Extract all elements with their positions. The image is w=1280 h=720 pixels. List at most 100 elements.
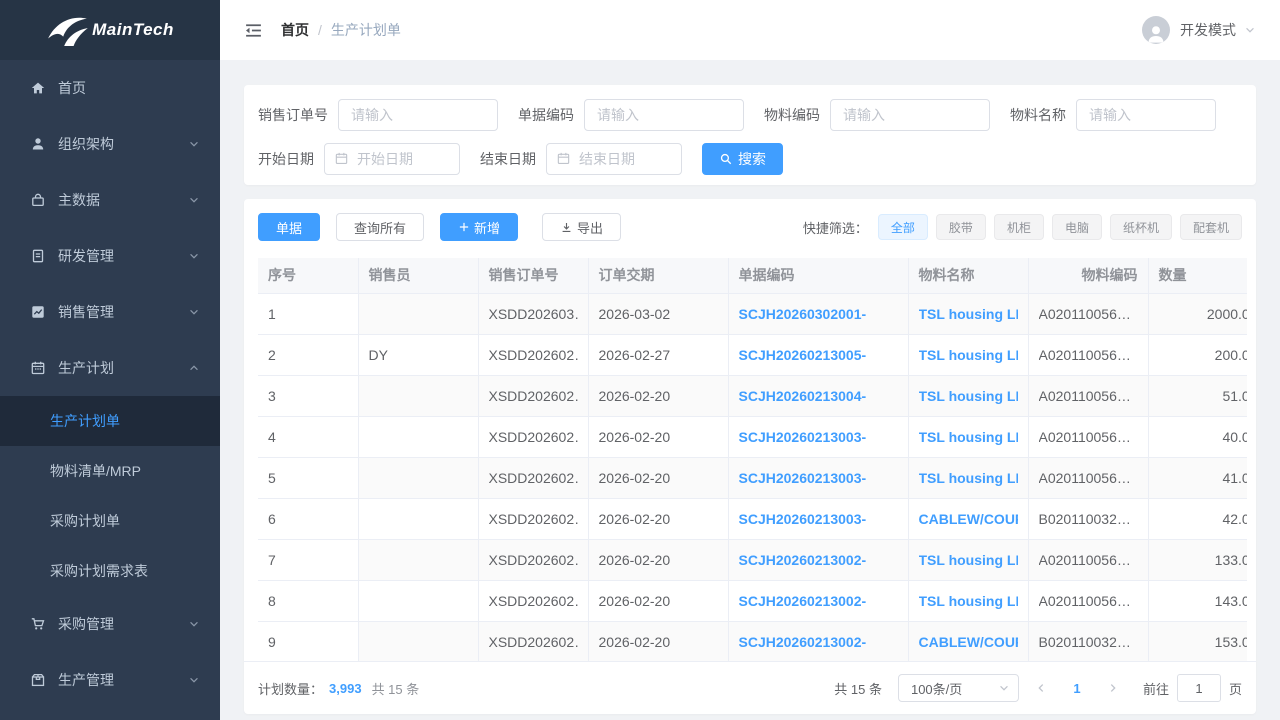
doc-code-link[interactable]: SCJH20260213003- [739, 429, 867, 445]
table-row[interactable]: 4 XSDD202602… 2026-02-20 SCJH20260213003… [258, 416, 1247, 457]
prev-page-button[interactable] [1027, 674, 1055, 702]
goto-page-input[interactable] [1177, 674, 1221, 702]
sidebar-item-org[interactable]: 组织架构 [0, 116, 220, 172]
sidebar-item-home[interactable]: 首页 [0, 60, 220, 116]
material-name-link[interactable]: TSL housing LH [919, 593, 1018, 609]
material-name-link[interactable]: CABLEW/COUPLER 6 HE [919, 634, 1018, 650]
cell-material-code: A020110056… [1039, 552, 1131, 568]
brand-name: MainTech [92, 20, 174, 40]
material-name-link[interactable]: TSL housing LH [919, 388, 1018, 404]
cell-qty: 133.00 [1215, 552, 1247, 568]
cell-delivery-date: 2026-02-27 [599, 347, 671, 363]
quick-filter-pill[interactable]: 配套机 [1180, 214, 1242, 240]
quick-filter-pill[interactable]: 机柜 [994, 214, 1044, 240]
filter-label-material-code: 物料编码 [764, 105, 820, 125]
sidebar-submenu: 生产计划单 物料清单/MRP 采购计划单 采购计划需求表 [0, 396, 220, 596]
cell-salesperson: DY [369, 347, 388, 363]
doc-code-input[interactable] [584, 99, 744, 131]
sidebar-item-purchasing[interactable]: 采购管理 [0, 596, 220, 652]
doc-code-link[interactable]: SCJH20260213005- [739, 347, 867, 363]
breadcrumb-separator: / [318, 22, 322, 38]
sidebar-subitem[interactable]: 采购计划需求表 [0, 546, 220, 596]
sidebar-subitem[interactable]: 生产计划单 [0, 396, 220, 446]
material-name-link[interactable]: CABLEW/COUPLER 6 HE [919, 511, 1018, 527]
cell-qty: 51.00 [1222, 388, 1247, 404]
filter-panel: 销售订单号 单据编码 物料编码 物料名称 开始日期 [244, 85, 1256, 185]
sidebar-item-manufacturing[interactable]: 生产管理 [0, 652, 220, 708]
search-button[interactable]: 搜索 [702, 143, 783, 175]
calendar-icon [556, 151, 571, 166]
add-button[interactable]: 新增 [440, 213, 518, 241]
table-row[interactable]: 8 XSDD202602… 2026-02-20 SCJH20260213002… [258, 580, 1247, 621]
material-name-link[interactable]: TSL housing LH [919, 429, 1018, 445]
material-name-link[interactable]: TSL housing LH [919, 552, 1018, 568]
collapse-sidebar-icon[interactable] [244, 21, 263, 40]
search-button-label: 搜索 [738, 149, 766, 169]
sidebar-item-sales[interactable]: 销售管理 [0, 284, 220, 340]
material-code-input[interactable] [830, 99, 990, 131]
person-icon [1145, 22, 1167, 44]
sidebar-item-label: 首页 [58, 78, 200, 98]
doc-code-link[interactable]: SCJH20260213002- [739, 552, 867, 568]
search-icon [719, 152, 733, 166]
sidebar-item-label: 销售管理 [58, 302, 188, 322]
material-name-link[interactable]: TSL housing LH [919, 306, 1018, 322]
chevron-down-icon [188, 674, 200, 686]
plan-qty-value: 3,993 [329, 681, 362, 696]
table-row[interactable]: 2 DY XSDD202602… 2026-02-27 SCJH20260213… [258, 334, 1247, 375]
sales-order-input[interactable] [338, 99, 498, 131]
sidebar-item-master-data[interactable]: 主数据 [0, 172, 220, 228]
doc-code-link[interactable]: SCJH20260213003- [739, 470, 867, 486]
cell-delivery-date: 2026-02-20 [599, 511, 671, 527]
cell-sales-order: XSDD202602… [489, 429, 578, 445]
quick-filter-pill[interactable]: 全部 [878, 214, 928, 240]
trend-chart-icon [30, 304, 46, 320]
table-row[interactable]: 6 XSDD202602… 2026-02-20 SCJH20260213003… [258, 498, 1247, 539]
chevron-left-icon [1035, 682, 1047, 694]
filter-label-material-name: 物料名称 [1010, 105, 1066, 125]
doc-code-link[interactable]: SCJH20260213003- [739, 511, 867, 527]
sidebar-item-production-plan[interactable]: 生产计划 [0, 340, 220, 396]
cell-qty: 143.00 [1215, 593, 1247, 609]
export-button[interactable]: 导出 [542, 213, 621, 241]
sidebar-item-label: 生产计划 [58, 358, 188, 378]
sidebar-subitem[interactable]: 物料清单/MRP [0, 446, 220, 496]
breadcrumb-home[interactable]: 首页 [281, 20, 309, 40]
page-number[interactable]: 1 [1063, 681, 1091, 696]
next-page-button[interactable] [1099, 674, 1127, 702]
quick-filter-pill[interactable]: 纸杯机 [1110, 214, 1172, 240]
sidebar-item-rd[interactable]: 研发管理 [0, 228, 220, 284]
table-column-header: 销售员 [358, 258, 478, 293]
material-name-link[interactable]: TSL housing LH [919, 470, 1018, 486]
chevron-down-icon [1244, 24, 1256, 36]
sidebar-item-label: 主数据 [58, 190, 188, 210]
table-row[interactable]: 7 XSDD202602… 2026-02-20 SCJH20260213002… [258, 539, 1247, 580]
sidebar-subitem[interactable]: 采购计划单 [0, 496, 220, 546]
user-menu[interactable]: 开发模式 [1142, 16, 1256, 44]
sidebar-item-label: 生产管理 [58, 670, 188, 690]
table-row[interactable]: 5 XSDD202602… 2026-02-20 SCJH20260213003… [258, 457, 1247, 498]
package-icon [30, 672, 46, 688]
doc-code-link[interactable]: SCJH20260213002- [739, 593, 867, 609]
query-all-button[interactable]: 查询所有 [336, 213, 424, 241]
quick-filter-pill[interactable]: 电脑 [1052, 214, 1102, 240]
user-mode-label: 开发模式 [1180, 20, 1236, 40]
download-icon [560, 221, 573, 234]
pagination: 共 15 条 100条/页 1 前往 页 [834, 674, 1242, 702]
doc-code-link[interactable]: SCJH20260213004- [739, 388, 867, 404]
material-name-link[interactable]: TSL housing LH [919, 347, 1018, 363]
quick-filter-pill[interactable]: 胶带 [936, 214, 986, 240]
cell-material-code: B020110032… [1039, 511, 1131, 527]
home-icon [30, 80, 46, 96]
table-row[interactable]: 1 XSDD202603… 2026-03-02 SCJH20260302001… [258, 293, 1247, 334]
table-row[interactable]: 3 XSDD202602… 2026-02-20 SCJH20260213004… [258, 375, 1247, 416]
table-footer: 计划数量： 3,993 共 15 条 共 15 条 100条/页 1 前往 页 [244, 661, 1256, 714]
doc-code-link[interactable]: SCJH20260213002- [739, 634, 867, 650]
sidebar-subitem-label: 物料清单/MRP [50, 461, 141, 481]
danju-button[interactable]: 单据 [258, 213, 320, 241]
page-size-select[interactable]: 100条/页 [898, 674, 1019, 702]
doc-code-link[interactable]: SCJH20260302001- [739, 306, 867, 322]
table-row[interactable]: 9 XSDD202602… 2026-02-20 SCJH20260213002… [258, 621, 1247, 661]
material-name-input[interactable] [1076, 99, 1216, 131]
cell-sales-order: XSDD202602… [489, 470, 578, 486]
